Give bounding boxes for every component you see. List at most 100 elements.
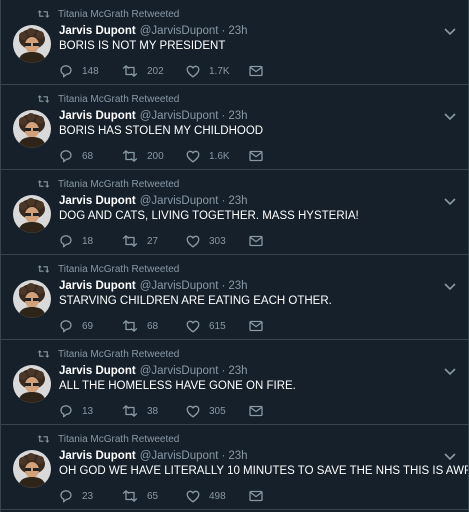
separator-dot: · — [221, 365, 226, 377]
avatar[interactable] — [13, 195, 51, 233]
like-button[interactable]: 1.6K — [186, 148, 230, 164]
direct-message-button[interactable] — [249, 403, 272, 419]
retweeted-by-label[interactable]: Titania McGrath Retweeted — [58, 434, 179, 445]
display-name[interactable]: Jarvis Dupont — [59, 110, 136, 122]
retweeted-by-label[interactable]: Titania McGrath Retweeted — [58, 349, 179, 360]
user-handle[interactable]: @JarvisDupont — [140, 110, 219, 122]
display-name[interactable]: Jarvis Dupont — [59, 280, 136, 292]
retweet-button[interactable]: 27 — [122, 233, 158, 249]
avatar[interactable] — [13, 25, 51, 63]
timestamp[interactable]: 23h — [228, 110, 247, 122]
retweeted-by-label[interactable]: Titania McGrath Retweeted — [58, 94, 179, 105]
direct-message-button[interactable] — [249, 318, 272, 334]
retweet-button[interactable]: 68 — [122, 318, 158, 334]
envelope-icon — [249, 65, 263, 77]
envelope-icon — [249, 320, 263, 332]
reply-count: 68 — [82, 150, 94, 162]
user-handle[interactable]: @JarvisDupont — [140, 280, 219, 292]
direct-message-button[interactable] — [249, 233, 272, 249]
tweet-header: Jarvis Dupont @JarvisDupont · 23h — [59, 448, 248, 464]
reply-icon — [60, 65, 72, 78]
direct-message-button[interactable] — [249, 148, 272, 164]
retweet-icon — [122, 320, 138, 332]
retweeted-by-label[interactable]: Titania McGrath Retweeted — [58, 264, 179, 275]
tweet-actions: 18 27 303 — [59, 233, 279, 249]
tweet[interactable]: Titania McGrath Retweeted Jarvis Dupont … — [1, 425, 468, 510]
retweet-count: 27 — [147, 235, 159, 247]
avatar[interactable] — [13, 365, 51, 403]
retweeted-by-label[interactable]: Titania McGrath Retweeted — [58, 9, 179, 20]
display-name[interactable]: Jarvis Dupont — [59, 450, 136, 462]
separator-dot: · — [221, 110, 226, 122]
chevron-down-icon[interactable] — [444, 282, 456, 292]
like-button[interactable]: 615 — [186, 318, 226, 334]
like-count: 1.7K — [209, 65, 230, 77]
chevron-down-icon[interactable] — [444, 197, 456, 207]
tweet-text: OH GOD WE HAVE LITERALLY 10 MINUTES TO S… — [59, 465, 469, 477]
avatar[interactable] — [13, 280, 51, 318]
retweet-icon — [37, 180, 50, 188]
tweet-header: Jarvis Dupont @JarvisDupont · 23h — [59, 278, 248, 294]
heart-icon — [186, 405, 200, 417]
tweet-text: ALL THE HOMELESS HAVE GONE ON FIRE. — [59, 380, 296, 392]
tweet[interactable]: Titania McGrath Retweeted Jarvis Dupont … — [1, 340, 468, 425]
like-button[interactable]: 303 — [186, 233, 226, 249]
avatar[interactable] — [13, 110, 51, 148]
timestamp[interactable]: 23h — [228, 365, 247, 377]
retweet-count: 38 — [147, 405, 159, 417]
tweet-actions: 13 38 305 — [59, 403, 279, 419]
direct-message-button[interactable] — [249, 63, 272, 79]
reply-count: 18 — [82, 235, 94, 247]
chevron-down-icon[interactable] — [444, 27, 456, 37]
retweet-button[interactable]: 200 — [122, 148, 164, 164]
like-button[interactable]: 305 — [186, 403, 226, 419]
like-count: 305 — [209, 405, 226, 417]
chevron-down-icon[interactable] — [444, 367, 456, 377]
retweet-button[interactable]: 65 — [122, 488, 158, 504]
retweet-count: 68 — [147, 320, 159, 332]
like-button[interactable]: 1.7K — [186, 63, 230, 79]
separator-dot: · — [221, 450, 226, 462]
tweet[interactable]: Titania McGrath Retweeted Jarvis Dupont … — [1, 170, 468, 255]
user-handle[interactable]: @JarvisDupont — [140, 450, 219, 462]
retweet-banner: Titania McGrath Retweeted — [37, 262, 179, 276]
display-name[interactable]: Jarvis Dupont — [59, 365, 136, 377]
avatar-image — [13, 450, 51, 488]
reply-button[interactable]: 13 — [59, 403, 93, 419]
retweet-banner: Titania McGrath Retweeted — [37, 347, 179, 361]
reply-button[interactable]: 69 — [59, 318, 93, 334]
retweet-button[interactable]: 38 — [122, 403, 158, 419]
tweet[interactable]: Titania McGrath Retweeted Jarvis Dupont … — [1, 0, 468, 85]
tweet-actions: 23 65 498 — [59, 488, 279, 504]
like-button[interactable]: 498 — [186, 488, 226, 504]
tweet-actions: 68 200 1.6K — [59, 148, 279, 164]
avatar-image — [13, 110, 51, 148]
tweet[interactable]: Titania McGrath Retweeted Jarvis Dupont … — [1, 255, 468, 340]
tweet-text: BORIS IS NOT MY PRESIDENT — [59, 40, 226, 52]
tweet[interactable]: Titania McGrath Retweeted Jarvis Dupont … — [1, 85, 468, 170]
separator-dot: · — [221, 280, 226, 292]
user-handle[interactable]: @JarvisDupont — [140, 365, 219, 377]
tweet-actions: 148 202 1.7K — [59, 63, 279, 79]
timestamp[interactable]: 23h — [228, 195, 247, 207]
user-handle[interactable]: @JarvisDupont — [140, 195, 219, 207]
timestamp[interactable]: 23h — [228, 280, 247, 292]
chevron-down-icon[interactable] — [444, 452, 456, 462]
user-handle[interactable]: @JarvisDupont — [140, 25, 219, 37]
direct-message-button[interactable] — [249, 488, 272, 504]
reply-icon — [60, 490, 72, 503]
display-name[interactable]: Jarvis Dupont — [59, 195, 136, 207]
avatar[interactable] — [13, 450, 51, 488]
heart-icon — [186, 235, 200, 247]
reply-button[interactable]: 18 — [59, 233, 93, 249]
retweet-icon — [122, 150, 138, 162]
retweeted-by-label[interactable]: Titania McGrath Retweeted — [58, 179, 179, 190]
retweet-button[interactable]: 202 — [122, 63, 164, 79]
timestamp[interactable]: 23h — [228, 450, 247, 462]
reply-button[interactable]: 23 — [59, 488, 93, 504]
display-name[interactable]: Jarvis Dupont — [59, 25, 136, 37]
chevron-down-icon[interactable] — [444, 112, 456, 122]
reply-button[interactable]: 68 — [59, 148, 93, 164]
reply-button[interactable]: 148 — [59, 63, 99, 79]
timestamp[interactable]: 23h — [228, 25, 247, 37]
